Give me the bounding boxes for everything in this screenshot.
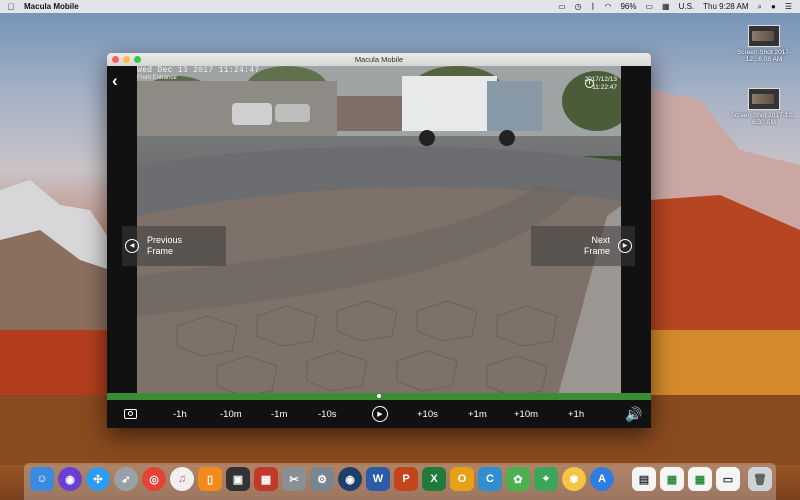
- clock[interactable]: Thu 9:28 AM: [703, 2, 748, 11]
- seek-plus-1h-button[interactable]: +1h: [568, 409, 584, 420]
- next-label-1: Next: [591, 235, 610, 245]
- back-chevron-icon[interactable]: ‹: [112, 71, 118, 91]
- seek-minus-10m-button[interactable]: -10m: [220, 409, 242, 420]
- screenshot-thumbnail-icon: [748, 88, 780, 110]
- desktop-file-label: Screen Shot 2017-12...6.08 AM: [736, 49, 792, 63]
- seek-plus-10s-button[interactable]: +10s: [417, 409, 438, 420]
- desktop-file[interactable]: Screen Shot 2017-12... 6.30 AM: [729, 88, 799, 126]
- battery-percent[interactable]: 96%: [620, 2, 636, 11]
- prev-label-2: Frame: [147, 246, 174, 256]
- previous-frame-button[interactable]: ◀ Previous Frame: [122, 226, 226, 266]
- seek-plus-1m-button[interactable]: +1m: [468, 409, 487, 420]
- stamp-date: 2017/12/13: [584, 76, 617, 83]
- time-machine-icon[interactable]: ◷: [575, 2, 582, 11]
- maps-icon[interactable]: ⌖: [534, 467, 558, 491]
- onenote-icon[interactable]: O: [450, 467, 474, 491]
- dock: ☺ ◉ ✣ ➶ ◎ ♫ ▯ ▣ ▦ ✂ ⚙ ◉ W P X O C ✿ ⌖ ✾ …: [24, 463, 776, 500]
- spreadsheet-icon-2[interactable]: ▦: [688, 467, 712, 491]
- window-icon[interactable]: ▭: [716, 467, 740, 491]
- timeline-bar[interactable]: [107, 393, 651, 400]
- bluetooth-icon[interactable]: ᛒ: [591, 2, 596, 11]
- apple-icon[interactable]: : [6, 2, 16, 12]
- prev-label-1: Previous: [147, 235, 183, 245]
- chrome-icon[interactable]: ◎: [142, 467, 166, 491]
- stamp-time: 11:22:47: [592, 84, 617, 91]
- next-icon: ▶: [618, 239, 632, 253]
- camera-location: Front Entrance: [137, 75, 177, 81]
- airplay-icon[interactable]: ▭: [558, 2, 566, 11]
- preview-icon[interactable]: ✂: [282, 467, 306, 491]
- minimize-button[interactable]: [123, 56, 130, 63]
- trash-icon[interactable]: 🗑: [748, 467, 772, 491]
- close-button[interactable]: [112, 56, 119, 63]
- next-label-2: Frame: [583, 246, 610, 256]
- itunes-icon[interactable]: ♫: [170, 467, 194, 491]
- launchpad-icon[interactable]: ➶: [114, 467, 138, 491]
- zoom-button[interactable]: [134, 56, 141, 63]
- playback-controls: -1h -10m -1m -10s ▶ +10s +1m +10m +1h 🔊: [107, 400, 651, 428]
- seek-plus-10m-button[interactable]: +10m: [514, 409, 538, 420]
- wifi-icon[interactable]: ◠: [604, 2, 611, 11]
- excel-icon[interactable]: X: [422, 467, 446, 491]
- powerpoint-icon[interactable]: P: [394, 467, 418, 491]
- flag-icon[interactable]: ▦: [662, 2, 670, 11]
- safari-icon[interactable]: ✣: [86, 467, 110, 491]
- document-icon[interactable]: ▤: [632, 467, 656, 491]
- overlay-datetime: Wed Dec 13 2017 11:24:47: [137, 66, 260, 75]
- previous-icon: ◀: [125, 239, 139, 253]
- frame-timestamp: 2017/12/13 11:22:47: [584, 76, 617, 92]
- next-frame-button[interactable]: Next Frame ▶: [531, 226, 635, 266]
- finder-icon[interactable]: ☺: [30, 467, 54, 491]
- camera-icon[interactable]: C: [478, 467, 502, 491]
- word-icon[interactable]: W: [366, 467, 390, 491]
- system-preferences-icon[interactable]: ⚙: [310, 467, 334, 491]
- menu-app-name[interactable]: Macula Mobile: [24, 2, 79, 11]
- screenshot-thumbnail-icon: [748, 25, 780, 47]
- window-title: Macula Mobile: [354, 55, 404, 64]
- seek-minus-1h-button[interactable]: -1h: [173, 409, 187, 420]
- user-icon[interactable]: ●: [771, 2, 776, 11]
- desktop-file-label: Screen Shot 2017-12... 6.30 AM: [730, 112, 798, 126]
- spreadsheet-icon[interactable]: ▦: [660, 467, 684, 491]
- seek-minus-10s-button[interactable]: -10s: [318, 409, 336, 420]
- photo-icon[interactable]: ▦: [254, 467, 278, 491]
- camera-icon[interactable]: [124, 409, 137, 419]
- ibooks-icon[interactable]: ▯: [198, 467, 222, 491]
- photos-icon[interactable]: ✾: [562, 467, 586, 491]
- macula-icon[interactable]: ◉: [338, 467, 362, 491]
- seek-minus-1m-button[interactable]: -1m: [271, 409, 287, 420]
- photo-booth-icon[interactable]: ▣: [226, 467, 250, 491]
- menu-bar:  Macula Mobile ▭ ◷ ᛒ ◠ 96% ▭ ▦ U.S. Thu…: [0, 0, 800, 13]
- desktop-file[interactable]: Screen Shot 2017-12...6.08 AM: [729, 25, 799, 63]
- spotlight-icon[interactable]: ⌕: [758, 2, 762, 12]
- messages-icon[interactable]: ✿: [506, 467, 530, 491]
- input-source[interactable]: U.S.: [679, 2, 695, 11]
- notification-center-icon[interactable]: ☰: [785, 2, 792, 11]
- play-button[interactable]: ▶: [372, 406, 388, 422]
- battery-icon[interactable]: ▭: [645, 2, 653, 11]
- app-store-icon[interactable]: A: [590, 467, 614, 491]
- timeline-handle[interactable]: [377, 394, 381, 398]
- volume-icon[interactable]: 🔊: [625, 406, 642, 423]
- siri-icon[interactable]: ◉: [58, 467, 82, 491]
- window-titlebar[interactable]: Macula Mobile: [107, 53, 651, 66]
